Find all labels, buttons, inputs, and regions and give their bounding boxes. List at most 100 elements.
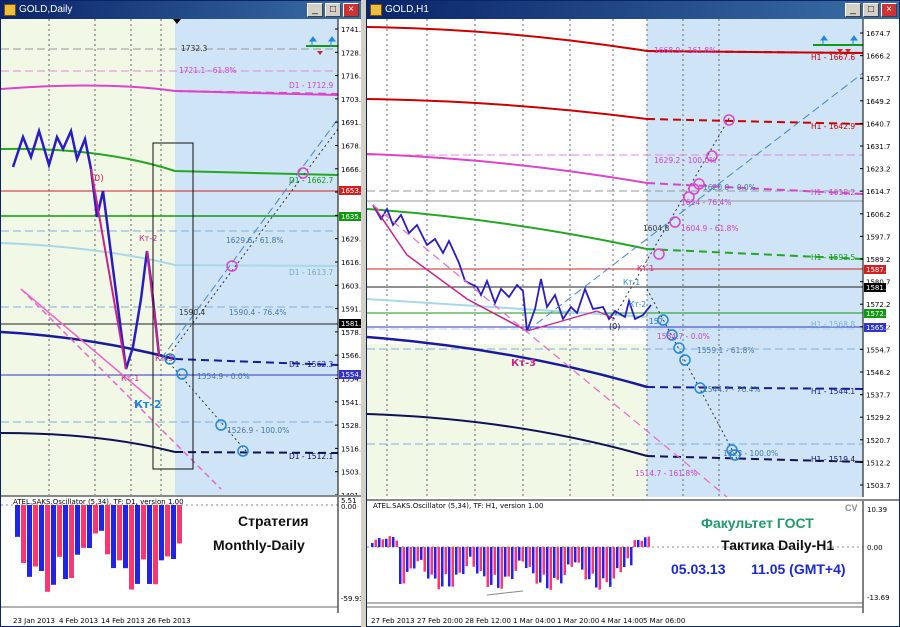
oscillator-bar bbox=[129, 505, 134, 590]
time-5: 4 Mar 14:00 bbox=[601, 617, 643, 625]
oscillator-bar bbox=[371, 543, 374, 547]
daily-close-button[interactable]: × bbox=[343, 3, 359, 17]
axis-label: 1716.2 bbox=[341, 73, 361, 81]
time-6: 5 Mar 06:00 bbox=[643, 617, 685, 625]
oscillator-bar bbox=[392, 537, 395, 547]
axis-label: 1572.2 bbox=[866, 301, 891, 309]
oscillator-bar bbox=[535, 547, 538, 584]
oscillator-bar bbox=[556, 547, 559, 580]
oscillator-bar bbox=[504, 547, 507, 577]
axis-label: 1614.7 bbox=[866, 188, 891, 196]
oscillator-bar bbox=[430, 547, 433, 575]
oscillator-bar bbox=[141, 505, 146, 560]
chart-window-icon bbox=[370, 4, 382, 16]
oscillator-bar bbox=[75, 505, 80, 555]
axis-label: 1603.7 bbox=[341, 282, 361, 290]
daily-time-axis: 23 Jan 2013 4 Feb 2013 14 Feb 2013 26 Fe… bbox=[1, 613, 361, 626]
axis-label: 1516.2 bbox=[341, 445, 361, 453]
lbl-1514: 1514.7 - 161.8% bbox=[635, 469, 697, 478]
axis-label: 1554.7 bbox=[866, 346, 891, 354]
h1-close-button[interactable]: × bbox=[881, 3, 897, 17]
caption-school: Факультет ГОСТ bbox=[701, 515, 814, 531]
lbl-1732: 1732.3 bbox=[181, 44, 207, 53]
oscillator-bar bbox=[640, 540, 643, 547]
lbl-h1-1568: H1 - 1568.8 bbox=[811, 320, 855, 329]
h1-time-axis: 27 Feb 2013 27 Feb 20:00 28 Feb 12:00 1 … bbox=[367, 613, 899, 626]
oscillator-bar bbox=[27, 505, 32, 577]
daily-window-titlebar[interactable]: GOLD,Daily _ □ × bbox=[1, 1, 361, 19]
daily-maximize-button[interactable]: □ bbox=[325, 3, 341, 17]
lbl-157: 157 bbox=[649, 317, 664, 326]
oscillator-bar bbox=[507, 547, 510, 577]
time-1: 4 Feb 2013 bbox=[59, 617, 98, 625]
oscillator-bar bbox=[111, 505, 116, 569]
lbl-d1-1712: D1 - 1712.9 bbox=[289, 81, 333, 90]
tag-black: 1581.5 bbox=[341, 320, 361, 328]
oscillator-bar bbox=[514, 547, 517, 571]
time-0: 23 Jan 2013 bbox=[13, 617, 55, 625]
oscillator-bar bbox=[500, 547, 503, 589]
oscillator-bar bbox=[117, 505, 122, 561]
lbl-1620: 1620.0 - 0.0% bbox=[703, 183, 756, 192]
oscillator-bar bbox=[147, 505, 152, 584]
oscillator-bar bbox=[595, 547, 598, 588]
h1-minimize-button[interactable]: _ bbox=[845, 3, 861, 17]
time-3: 1 Mar 04:00 bbox=[513, 617, 555, 625]
axis-label: 1657.7 bbox=[866, 75, 891, 83]
axis-label: 1591.2 bbox=[341, 306, 361, 314]
oscillator-bar bbox=[560, 547, 563, 584]
tag-black: 1581.5 bbox=[866, 284, 891, 292]
oscillator-bar bbox=[159, 505, 164, 561]
axis-label: 1546.2 bbox=[866, 369, 891, 377]
oscillator-bar bbox=[486, 547, 489, 587]
lbl-d1-1613: D1 - 1613.7 bbox=[289, 268, 333, 277]
tag-red: 1653.5 bbox=[341, 187, 361, 195]
h1-price-chart[interactable]: 1668.9 - 161.8% H1 - 1667.6 H1 - 1642.9 … bbox=[367, 19, 899, 497]
oscillator-bar bbox=[623, 547, 626, 568]
time-0: 27 Feb 2013 bbox=[371, 617, 415, 625]
h1-window-titlebar[interactable]: GOLD,H1 _ □ × bbox=[367, 1, 899, 19]
oscillator-bar bbox=[476, 547, 479, 574]
oscillator-bar bbox=[455, 547, 458, 575]
h1-osc-title: ATEL.SAKS.Oscillator (5,34), TF: H1, ver… bbox=[373, 502, 544, 510]
axis-label: 1691.2 bbox=[341, 119, 361, 127]
oscillator-bar bbox=[591, 547, 594, 574]
axis-label: 1578.7 bbox=[341, 329, 361, 337]
lbl-kt1: Кт-1 bbox=[637, 264, 654, 273]
osc-axis-zero: 0.00 bbox=[867, 544, 883, 552]
lbl-d1-1662: D1 - 1662.7 bbox=[289, 176, 333, 185]
oscillator-bar bbox=[423, 547, 426, 572]
h1-maximize-button[interactable]: □ bbox=[863, 3, 879, 17]
oscillator-bar bbox=[402, 547, 405, 584]
lbl-h1-1519: H1 - 1519.4 bbox=[811, 455, 855, 464]
h1-chart-window[interactable]: GOLD,H1 _ □ × 1668.9 - 161.8% H1 - 1667.… bbox=[366, 0, 900, 627]
oscillator-bar bbox=[609, 547, 612, 587]
oscillator-bar bbox=[612, 547, 615, 579]
oscillator-bar bbox=[171, 505, 176, 560]
axis-label: 1597.7 bbox=[866, 233, 891, 241]
daily-osc-title: ATEL.SAKS.Oscillator (5,34), TF: D1, ver… bbox=[13, 498, 184, 506]
daily-price-chart[interactable]: 1732.3 1721.1 - 61.8% D1 - 1712.9 D1 - 1… bbox=[1, 19, 361, 497]
lbl-d1-1512: D1 - 1512.1 bbox=[289, 452, 333, 461]
oscillator-bar bbox=[395, 540, 398, 547]
oscillator-bar bbox=[616, 547, 619, 569]
daily-oscillator-panel[interactable]: 5.51 0.00 -59.93 ATEL.SAKS.Oscillator (5… bbox=[1, 495, 361, 615]
daily-chart-window[interactable]: GOLD,Daily _ □ × 1732.3 1721.1 - 61.8% D… bbox=[0, 0, 362, 627]
oscillator-bar bbox=[493, 547, 496, 575]
lbl-1629: 1629.6 - 61.8% bbox=[226, 236, 284, 245]
lbl-1526: 1526.9 - 100.0% bbox=[227, 426, 289, 435]
daily-minimize-button[interactable]: _ bbox=[307, 3, 323, 17]
caption-time: 11.05 (GMT+4) bbox=[751, 561, 846, 577]
oscillator-bar bbox=[563, 547, 566, 576]
axis-label: 1741.2 bbox=[341, 26, 361, 34]
h1-oscillator-panel[interactable]: 10.39 0.00 -13.69 ATEL.SAKS.Oscillator (… bbox=[367, 499, 899, 613]
axis-label: 1666.2 bbox=[866, 53, 891, 61]
time-4: 1 Mar 20:00 bbox=[557, 617, 599, 625]
oscillator-bar bbox=[99, 505, 104, 531]
oscillator-bar bbox=[93, 505, 98, 534]
time-2: 28 Feb 12:00 bbox=[465, 617, 511, 625]
oscillator-bar bbox=[574, 547, 577, 563]
oscillator-bar bbox=[45, 505, 50, 592]
lbl-kt2-top: Кт-2 bbox=[139, 234, 157, 243]
oscillator-bar bbox=[633, 540, 636, 547]
